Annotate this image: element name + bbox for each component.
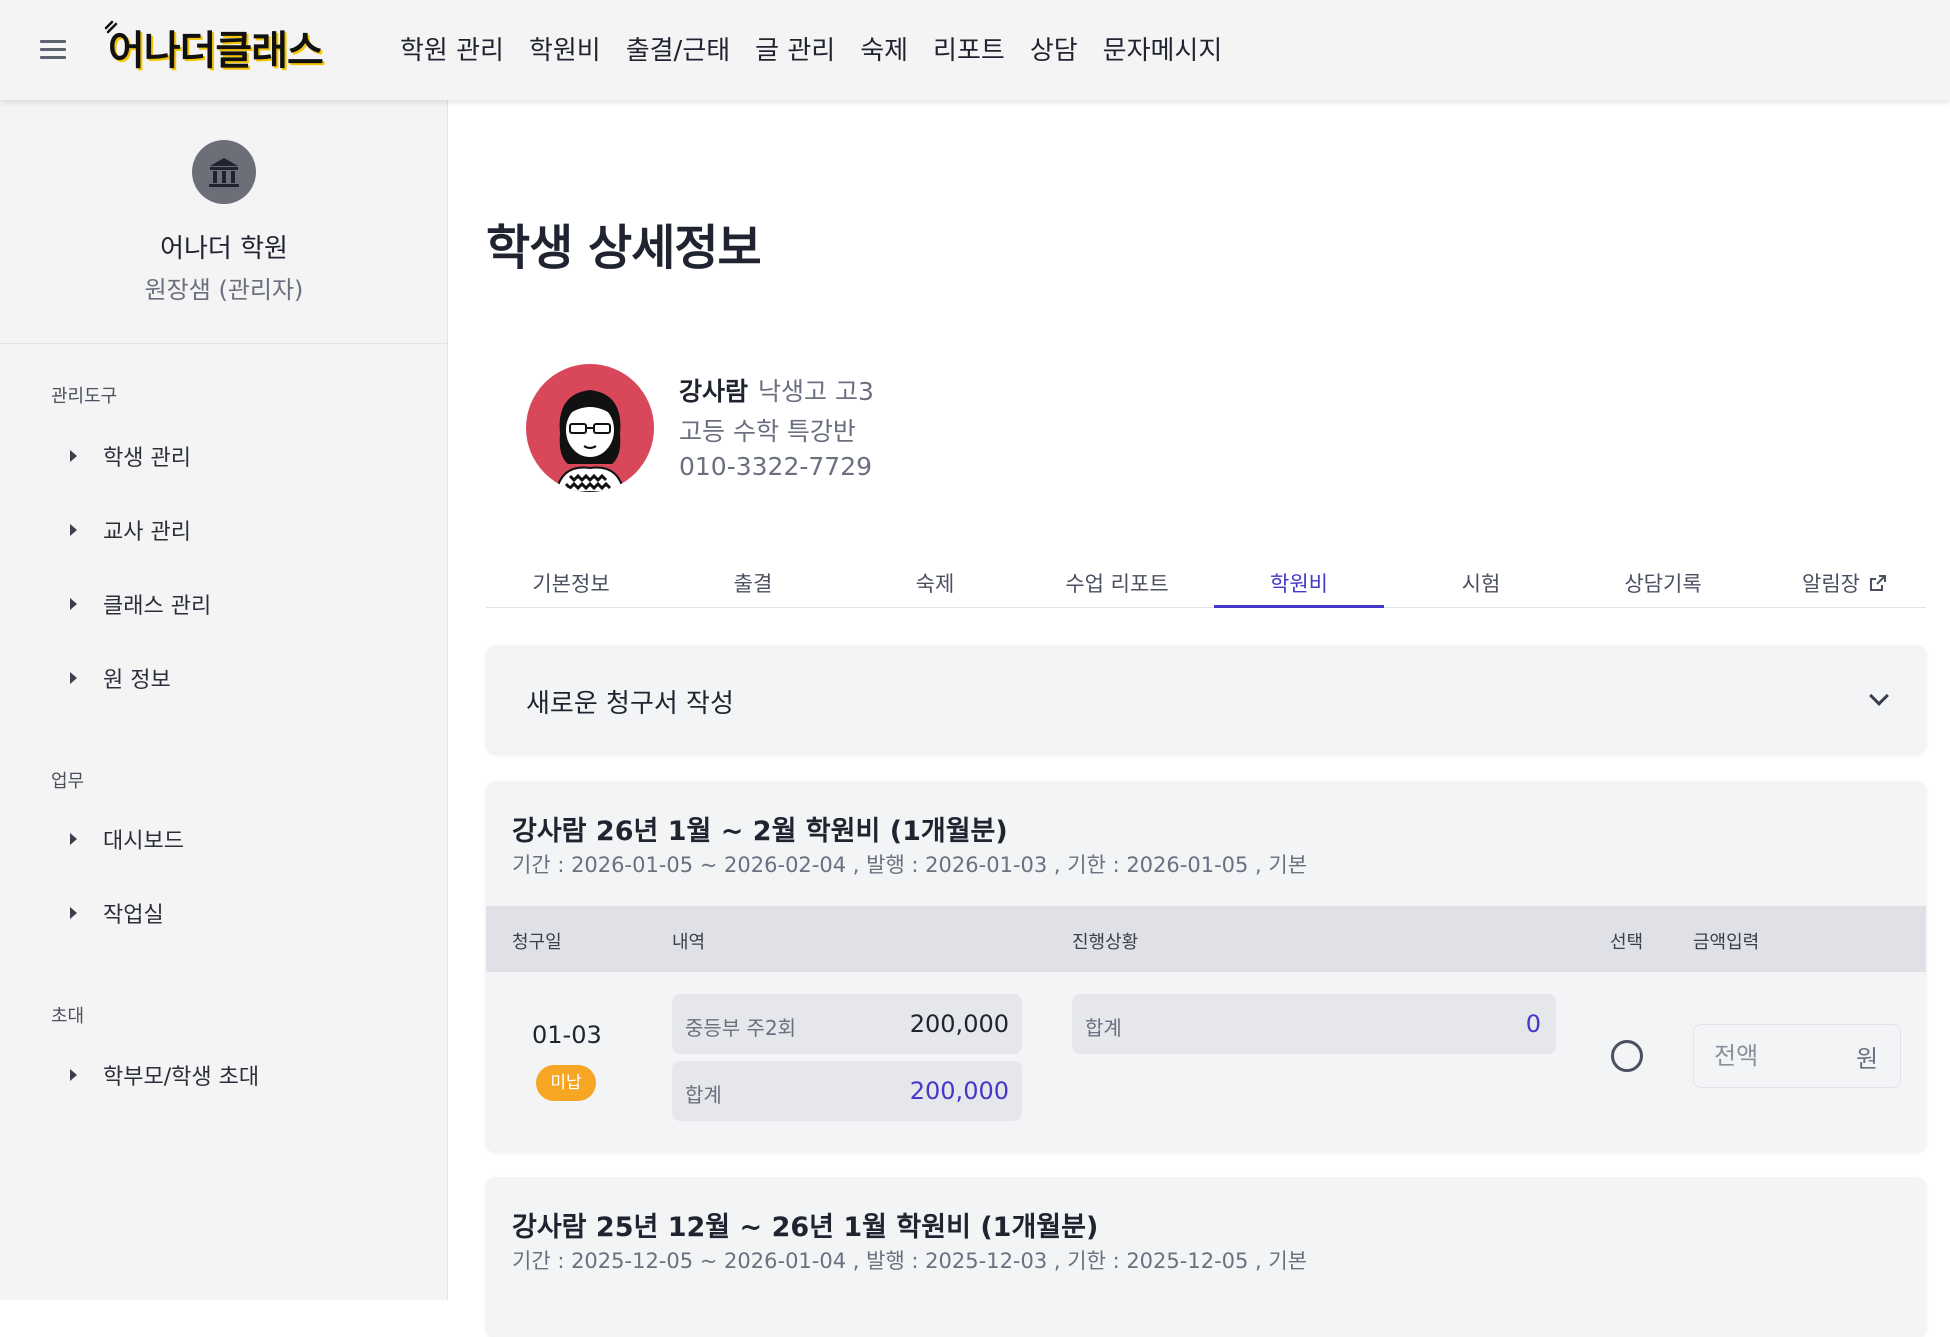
- logo-text: 어나더클래스: [108, 28, 324, 74]
- caret-right-icon: [70, 1069, 77, 1081]
- new-invoice-label: 새로운 청구서 작성: [526, 689, 734, 719]
- org-role: 원장샘 (관리자): [144, 276, 304, 304]
- sidebar-item-label: 클래스 관리: [103, 594, 212, 619]
- sidebar-item-label: 원 정보: [103, 668, 171, 693]
- top-nav-counsel[interactable]: 상담: [1030, 30, 1078, 67]
- sidebar-item-dashboard[interactable]: 대시보드: [70, 823, 184, 855]
- student-avatar: [526, 364, 654, 492]
- institution-icon: [192, 140, 256, 204]
- col-select: 선택: [1610, 932, 1644, 953]
- top-nav-sms[interactable]: 문자메시지: [1103, 30, 1223, 67]
- tab-basic-info[interactable]: 기본정보: [486, 528, 656, 608]
- caret-right-icon: [70, 450, 77, 462]
- invoice-meta: 기간 : 2026-01-05 ~ 2026-02-04 , 발행 : 2026…: [512, 853, 1308, 877]
- org-profile: 어나더 학원 원장샘 (관리자): [0, 100, 447, 344]
- tab-attendance[interactable]: 출결: [668, 528, 838, 608]
- org-name: 어나더 학원: [160, 234, 288, 264]
- line-item-total-amount: 200,000: [909, 1077, 1009, 1105]
- sidebar-item-workroom[interactable]: 작업실: [70, 897, 164, 929]
- student-school: 낙생고 고3: [758, 377, 874, 406]
- status-badge: 미납: [536, 1065, 596, 1101]
- student-name: 강사람: [679, 377, 749, 406]
- caret-right-icon: [70, 524, 77, 536]
- sidebar-item-label: 학생 관리: [103, 446, 191, 471]
- col-progress: 진행상황: [1072, 932, 1139, 953]
- line-item-total: 합계 200,000: [672, 1061, 1022, 1121]
- caret-right-icon: [70, 598, 77, 610]
- student-tabs: 기본정보 출결 숙제 수업 리포트 학원비 시험 상담기록 알림장: [486, 528, 1926, 608]
- invoice-title: 강사람 26년 1월 ~ 2월 학원비 (1개월분): [512, 816, 1008, 847]
- invoice-card: 강사람 26년 1월 ~ 2월 학원비 (1개월분) 기간 : 2026-01-…: [486, 781, 1926, 1151]
- sidebar-item-student-mgmt[interactable]: 학생 관리: [70, 440, 191, 472]
- student-phone: 010-3322-7729: [679, 452, 873, 481]
- top-nav-homework[interactable]: 숙제: [860, 30, 908, 67]
- line-item-label: 중등부 주2회: [685, 1016, 797, 1040]
- top-nav-student-mgmt[interactable]: 학원 관리: [400, 30, 504, 67]
- sidebar-section-invite: 초대: [51, 1006, 85, 1027]
- col-amount-input: 금액입력: [1693, 932, 1760, 953]
- tab-tuition[interactable]: 학원비: [1214, 528, 1384, 608]
- col-bill-date: 청구일: [512, 932, 562, 953]
- line-item-amount: 200,000: [909, 1010, 1009, 1038]
- sidebar-item-label: 대시보드: [103, 829, 184, 854]
- sidebar-item-teacher-mgmt[interactable]: 교사 관리: [70, 514, 191, 546]
- sidebar-item-class-mgmt[interactable]: 클래스 관리: [70, 588, 211, 620]
- select-radio[interactable]: [1611, 1040, 1643, 1072]
- col-details: 내역: [672, 932, 706, 953]
- new-invoice-panel[interactable]: 새로운 청구서 작성: [486, 645, 1926, 753]
- invoice-table-header: 청구일 내역 진행상황 선택 금액입력: [486, 906, 1926, 972]
- bill-date: 01-03: [532, 1021, 602, 1049]
- student-class: 고등 수학 특강반: [679, 417, 856, 446]
- invoice-title: 강사람 25년 12월 ~ 26년 1월 학원비 (1개월분): [512, 1212, 1099, 1243]
- tab-exam[interactable]: 시험: [1396, 528, 1566, 608]
- top-bar: 어나더클래스 학원 관리 학원비 출결/근태 글 관리 숙제 리포트 상담 문자…: [0, 0, 1950, 100]
- invoice-meta: 기간 : 2025-12-05 ~ 2026-01-04 , 발행 : 2025…: [512, 1249, 1308, 1273]
- tab-counsel-log[interactable]: 상담기록: [1578, 528, 1748, 608]
- tab-notice-label: 알림장: [1802, 572, 1860, 596]
- caret-right-icon: [70, 672, 77, 684]
- caret-right-icon: [70, 833, 77, 845]
- currency-unit: 원: [1856, 1045, 1879, 1073]
- top-nav-report[interactable]: 리포트: [933, 30, 1005, 67]
- sidebar-section-work: 업무: [51, 771, 85, 792]
- tab-notice[interactable]: 알림장: [1760, 528, 1930, 608]
- sidebar-item-label: 교사 관리: [103, 520, 191, 545]
- sidebar-item-label: 작업실: [103, 903, 164, 928]
- sidebar: 어나더 학원 원장샘 (관리자) 관리도구 학생 관리 교사 관리 클래스 관리…: [0, 100, 448, 1300]
- top-nav-attendance[interactable]: 출결/근태: [626, 30, 730, 67]
- progress-total-amount: 0: [1525, 1010, 1541, 1038]
- sidebar-section-tools: 관리도구: [51, 386, 118, 407]
- progress-total-label: 합계: [1085, 1016, 1122, 1040]
- line-item: 중등부 주2회 200,000: [672, 994, 1022, 1054]
- line-item-total-label: 합계: [685, 1083, 722, 1107]
- top-nav-tuition[interactable]: 학원비: [529, 30, 601, 67]
- progress-total: 합계 0: [1072, 994, 1556, 1054]
- tab-class-report[interactable]: 수업 리포트: [1032, 528, 1202, 608]
- page-title: 학생 상세정보: [486, 220, 762, 276]
- logo-spark-icon: [104, 20, 118, 34]
- external-link-icon: [1869, 575, 1886, 591]
- chevron-down-icon[interactable]: [1869, 686, 1889, 706]
- sidebar-item-org-info[interactable]: 원 정보: [70, 662, 171, 694]
- top-nav: 학원 관리 학원비 출결/근태 글 관리 숙제 리포트 상담 문자메시지: [400, 30, 1247, 67]
- hamburger-icon[interactable]: [40, 40, 66, 60]
- tab-homework[interactable]: 숙제: [850, 528, 1020, 608]
- top-nav-posts[interactable]: 글 관리: [755, 30, 835, 67]
- logo[interactable]: 어나더클래스: [104, 20, 324, 74]
- caret-right-icon: [70, 907, 77, 919]
- invoice-card: 강사람 25년 12월 ~ 26년 1월 학원비 (1개월분) 기간 : 202…: [486, 1177, 1926, 1337]
- sidebar-item-label: 학부모/학생 초대: [103, 1065, 260, 1090]
- sidebar-item-invite[interactable]: 학부모/학생 초대: [70, 1059, 259, 1091]
